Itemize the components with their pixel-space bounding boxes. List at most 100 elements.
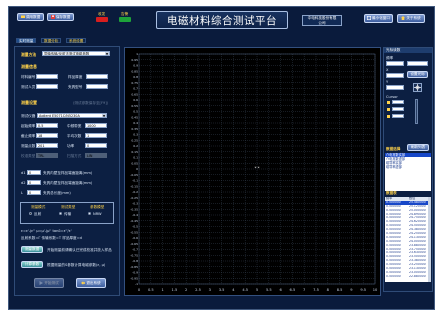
fixture-field[interactable]: [86, 84, 108, 89]
cursor-1-icon[interactable]: [387, 101, 390, 104]
mode-radio-transmit-label: 传输: [64, 212, 72, 216]
y-tick-label: 0.25: [131, 138, 138, 142]
x-tick-label: 6: [279, 288, 282, 292]
avg-field[interactable]: 1: [85, 133, 107, 138]
cursor-slider[interactable]: [415, 99, 418, 124]
y-tick-label: 0.75: [131, 81, 138, 85]
exit-label: 退出系统: [86, 280, 101, 285]
mode-radio-reflect[interactable]: [29, 212, 32, 215]
x-tick-label: 7.5: [313, 288, 319, 292]
y-tick-label: -0.15: [130, 184, 138, 188]
start-freq-label: 起始频率: [21, 124, 36, 128]
data-table[interactable]: 频率 数值 0.500000 25.480000 0.500000 25.120000…: [385, 197, 431, 282]
set-cursor-button[interactable]: 设置光标: [407, 71, 428, 78]
cursor-x-field[interactable]: [386, 73, 404, 78]
x-tick-label: 9: [350, 288, 353, 292]
sweep-field[interactable]: LIN: [85, 153, 107, 158]
cursor-y-field[interactable]: [386, 85, 404, 90]
mode-radio-transmit[interactable]: [59, 212, 62, 215]
cal-field[interactable]: TRL: [36, 153, 58, 158]
load-data-label: 调用数据: [25, 14, 41, 19]
y-tick-label: 0.3: [133, 133, 138, 137]
load-data-button[interactable]: 调用数据: [17, 13, 44, 21]
calculate-note: 根据测量的S参数计算电磁参数(ε, μ): [47, 263, 106, 267]
cursor-3-icon[interactable]: [387, 115, 390, 118]
mode-radio-nrw[interactable]: [88, 212, 91, 215]
cursor-3-field[interactable]: [392, 114, 404, 118]
cursor-1-field[interactable]: [392, 100, 404, 104]
window-icon: [367, 16, 372, 21]
start-test-button[interactable]: 开始测试: [34, 278, 64, 288]
y-tick-label: -0.35: [130, 207, 138, 211]
minimize-button[interactable]: 最小化窗口: [364, 14, 393, 23]
y-tick-label: -0.6: [132, 236, 138, 240]
save-data-button[interactable]: 保存数据: [47, 13, 74, 21]
y-tick-label: 0.85: [131, 69, 138, 73]
tab-settings[interactable]: 系统设置: [66, 38, 87, 43]
table-row[interactable]: 0.500000 22.880000: [385, 275, 431, 279]
y-tick-label: -0.85: [130, 265, 138, 269]
table-cell: 0.500000: [386, 274, 401, 278]
material-field[interactable]: [36, 74, 58, 79]
y-tick-label: -0.3: [132, 202, 138, 206]
power-field[interactable]: 0: [85, 143, 107, 148]
about-label: 关于系统: [406, 16, 421, 20]
instrument-select[interactable]: Agilent E5071C/N5230A ▼: [37, 113, 107, 118]
d1-field[interactable]: 0: [27, 170, 41, 175]
cursor-2-field[interactable]: [392, 107, 404, 111]
start-freq-field[interactable]: 0.5: [36, 123, 58, 128]
exit-icon: [81, 280, 86, 286]
y-tick-label: 0.45: [131, 115, 138, 119]
status-lamp-red: [96, 17, 108, 22]
crosshair-icon[interactable]: [413, 83, 422, 92]
d1-note: 夹具内壁至样品端面距离(mm): [43, 171, 93, 175]
points-field[interactable]: 201: [36, 143, 58, 148]
y-tick-label: -0.55: [130, 230, 138, 234]
cursor-caption: Cursor: [386, 95, 398, 99]
bandwidth-field[interactable]: 1000: [85, 123, 107, 128]
calculate-button[interactable]: 计算参数: [21, 261, 43, 268]
cursor-freq-field[interactable]: [386, 61, 404, 66]
thickness-field[interactable]: [86, 74, 108, 79]
refresh-list-label: 刷新列表: [410, 145, 426, 149]
data-select-list[interactable]: 介电常数实部 介电常数虚部 磁导率实部 磁导率虚部: [385, 153, 431, 191]
play-icon: [39, 280, 44, 286]
d2-label: d2: [21, 181, 26, 185]
sweep-label: 扫描方式: [67, 154, 82, 158]
y-tick-label: -0.8: [132, 259, 138, 263]
method-select[interactable]: 同轴传输/反射法测试电磁参数 ▼: [42, 51, 110, 56]
about-button[interactable]: 关于系统: [397, 14, 425, 23]
x-tick-label: 0: [138, 288, 141, 292]
y-tick-label: -0.5: [132, 225, 138, 229]
page-title: 电磁材料综合测试平台: [167, 14, 277, 27]
refresh-list-button[interactable]: 刷新列表: [407, 144, 429, 151]
x-tick-label: 1: [161, 288, 163, 292]
d2-field[interactable]: 0: [27, 180, 41, 185]
y-tick-label: 0.35: [131, 127, 138, 131]
measure-button[interactable]: 测量数据: [21, 246, 43, 253]
x-tick-label: 4.5: [242, 288, 248, 292]
config-subtitle: (测试参数保存至[F9]): [73, 101, 109, 105]
table-scrollbar[interactable]: [428, 197, 431, 282]
cursor-box-1[interactable]: [407, 61, 428, 66]
tab-realtime[interactable]: 实时测量: [16, 38, 37, 43]
tester-field[interactable]: [36, 84, 58, 89]
plot-area[interactable]: 0 0.5 1 1.5 2 2.5 3 3.5 4 4.5 5 5.5 6 6.5 7 7.5 8 8.5 9 9.5…: [124, 47, 381, 296]
fixture-label: 夹具型号: [68, 85, 83, 89]
tab-analysis[interactable]: 数据分析: [41, 38, 62, 43]
cursor-y-label: Y: [386, 80, 389, 84]
exit-button[interactable]: 退出系统: [76, 278, 106, 288]
y-tick-label: 0.05: [131, 161, 138, 165]
x-tick-label: 3: [209, 288, 211, 292]
x-tick-label: 3.5: [219, 288, 225, 292]
y-tick-label: 0.8: [133, 75, 138, 79]
y-tick-label: -0.25: [130, 196, 138, 200]
stop-freq-field[interactable]: 18: [36, 133, 58, 138]
length-field[interactable]: 0: [27, 190, 41, 195]
list-item[interactable]: 磁导率虚部: [385, 165, 431, 169]
cursor-2-icon[interactable]: [387, 108, 390, 111]
stop-freq-label: 截止频率: [21, 134, 36, 138]
y-tick-label: 0.2: [133, 144, 138, 148]
cursor-marker: * *: [255, 166, 260, 170]
x-tick-label: 5: [256, 288, 258, 292]
